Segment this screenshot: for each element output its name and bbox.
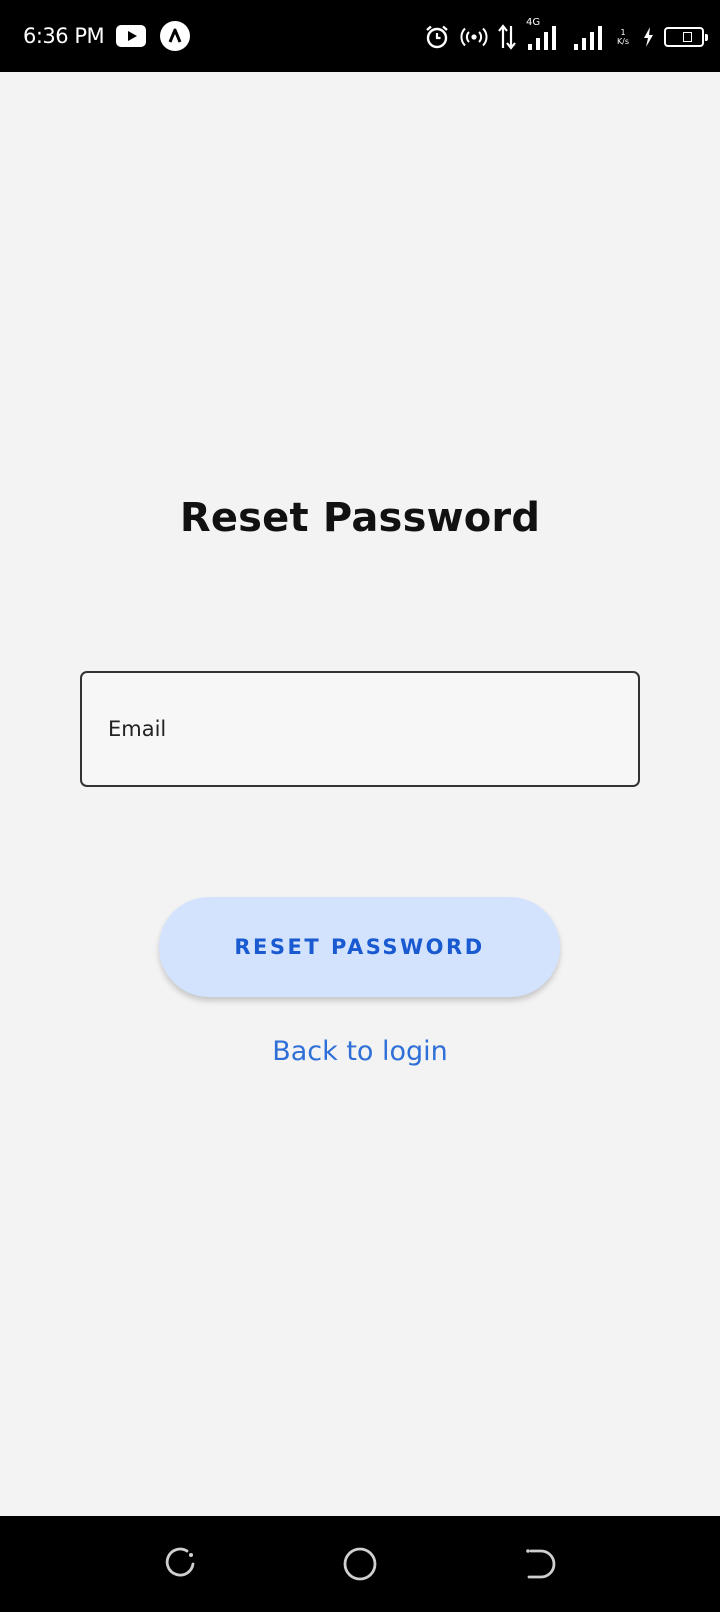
app-icon	[160, 21, 191, 51]
status-bar: 6:36 PM 4G 1 K/s	[0, 0, 720, 72]
battery-icon	[664, 27, 708, 47]
status-right: 4G 1 K/s	[424, 18, 708, 52]
data-transfer-icon	[498, 24, 516, 50]
youtube-icon	[116, 25, 147, 47]
signal-icon	[574, 26, 602, 50]
email-field[interactable]	[80, 671, 640, 787]
recents-button[interactable]	[158, 1542, 202, 1586]
speed-unit: K/s	[616, 37, 630, 46]
signal-icon	[528, 26, 556, 50]
recents-icon	[165, 1547, 195, 1577]
back-button[interactable]	[518, 1542, 562, 1586]
hotspot-icon	[460, 27, 488, 47]
home-button[interactable]	[338, 1542, 382, 1586]
charging-icon	[644, 27, 653, 47]
navigation-bar	[0, 1516, 720, 1612]
status-time: 6:36 PM	[23, 24, 105, 48]
back-icon	[526, 1549, 556, 1579]
page-title: Reset Password	[179, 495, 541, 541]
signal-group-1: 4G	[526, 18, 562, 52]
status-left: 6:36 PM	[23, 20, 191, 52]
alarm-icon	[426, 25, 448, 49]
back-to-login-link[interactable]: Back to login	[0, 1036, 720, 1067]
speed-value: 1	[620, 28, 626, 37]
reset-password-button[interactable]: RESET PASSWORD	[159, 897, 560, 997]
battery-level	[683, 32, 692, 42]
speed-indicator: 1 K/s	[614, 28, 632, 46]
home-icon	[343, 1547, 377, 1581]
